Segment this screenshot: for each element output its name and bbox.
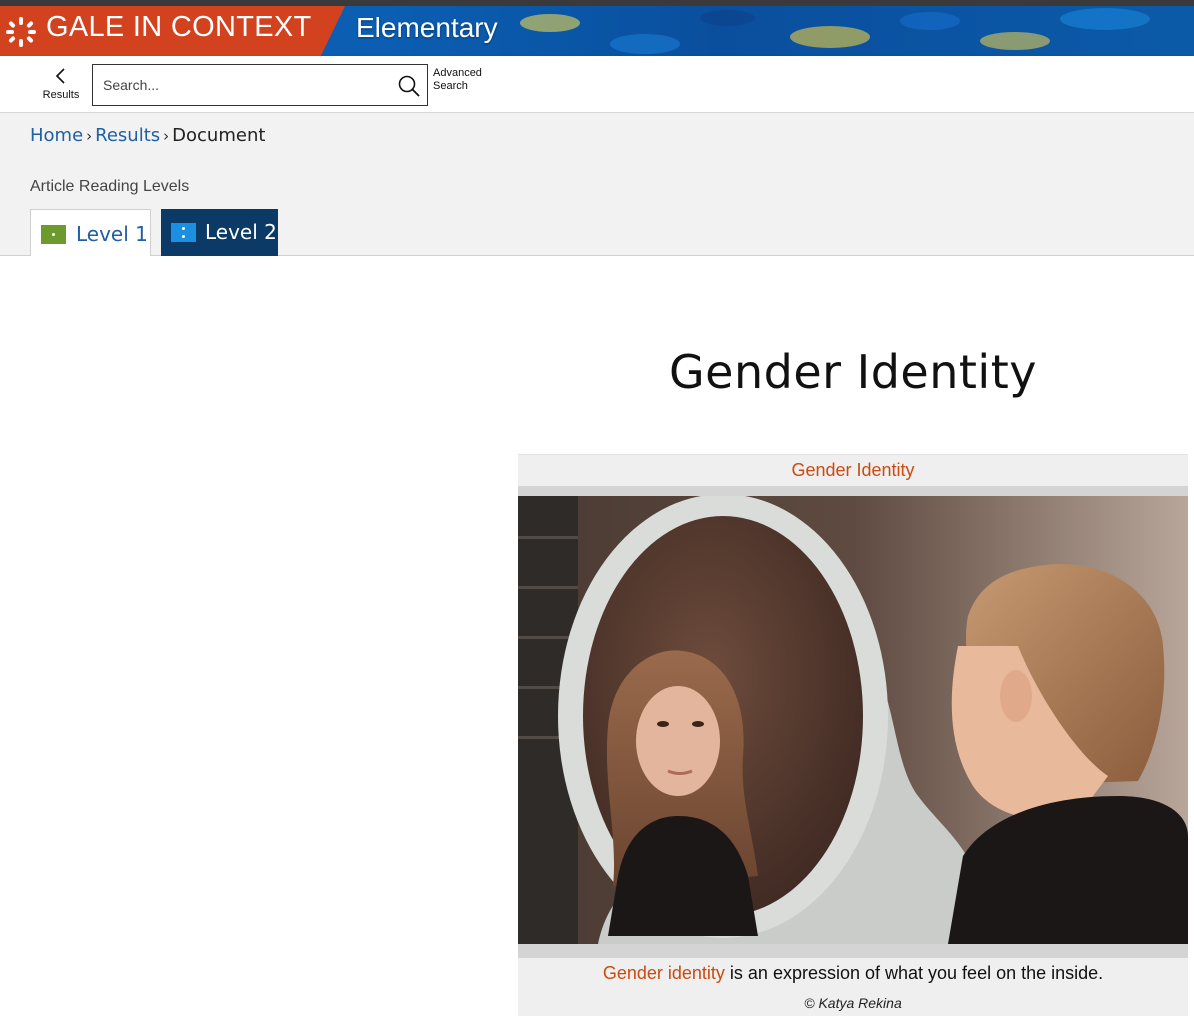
breadcrumb-separator: › <box>163 127 170 145</box>
search-icon[interactable] <box>397 74 421 98</box>
search-input[interactable] <box>103 65 393 105</box>
level-1-icon <box>41 225 66 244</box>
tab-level-2-label: Level 2 <box>205 220 277 244</box>
advanced-search-line1: Advanced <box>433 67 482 79</box>
breadcrumb-separator: › <box>86 127 93 145</box>
brand-name: GALE IN CONTEXT <box>46 11 312 43</box>
chevron-left-icon <box>55 68 65 84</box>
search-toolbar: Results Advanced Search <box>0 56 1194 113</box>
caption-text: is an expression of what you feel on the… <box>724 963 1104 983</box>
tab-level-1-label: Level 1 <box>76 222 148 246</box>
edition-name: Elementary <box>356 12 498 43</box>
brand-block[interactable]: GALE IN CONTEXT <box>0 6 345 56</box>
glossary-term-link[interactable]: Gender identity <box>603 963 725 983</box>
photo-credit: © Katya Rekina <box>804 995 902 1011</box>
document-header: Home › Results › Document Article Reading Le… <box>0 113 1194 256</box>
advanced-search-line2: Search <box>433 80 468 92</box>
back-label: Results <box>42 89 80 101</box>
tab-level-1[interactable]: Level 1 <box>30 209 151 256</box>
breadcrumb: Home › Results › Document <box>30 125 265 146</box>
figure-divider <box>518 944 1188 958</box>
site-banner: GALE IN CONTEXT Elementary <box>0 6 1194 56</box>
figure-caption: Gender identity is an expression of what… <box>518 963 1188 984</box>
reading-levels-label: Article Reading Levels <box>30 178 190 195</box>
advanced-search-link[interactable]: Advanced Search <box>433 67 493 93</box>
level-2-icon <box>171 223 196 242</box>
mirror-photo-image <box>518 496 1188 944</box>
back-to-results-button[interactable]: Results <box>38 66 84 106</box>
breadcrumb-results[interactable]: Results <box>95 125 160 146</box>
figure-title: Gender Identity <box>791 460 915 480</box>
figure-divider <box>518 486 1188 496</box>
search-box <box>92 64 428 106</box>
article-figure: Gender Identity Gender identity is an ex… <box>518 454 1188 1016</box>
breadcrumb-current: Document <box>172 125 266 146</box>
gale-logo-icon <box>6 17 36 47</box>
tab-level-2[interactable]: Level 2 <box>161 209 278 256</box>
article-title: Gender Identity <box>669 345 1037 399</box>
breadcrumb-home[interactable]: Home <box>30 125 83 146</box>
article-photo[interactable] <box>518 496 1188 944</box>
